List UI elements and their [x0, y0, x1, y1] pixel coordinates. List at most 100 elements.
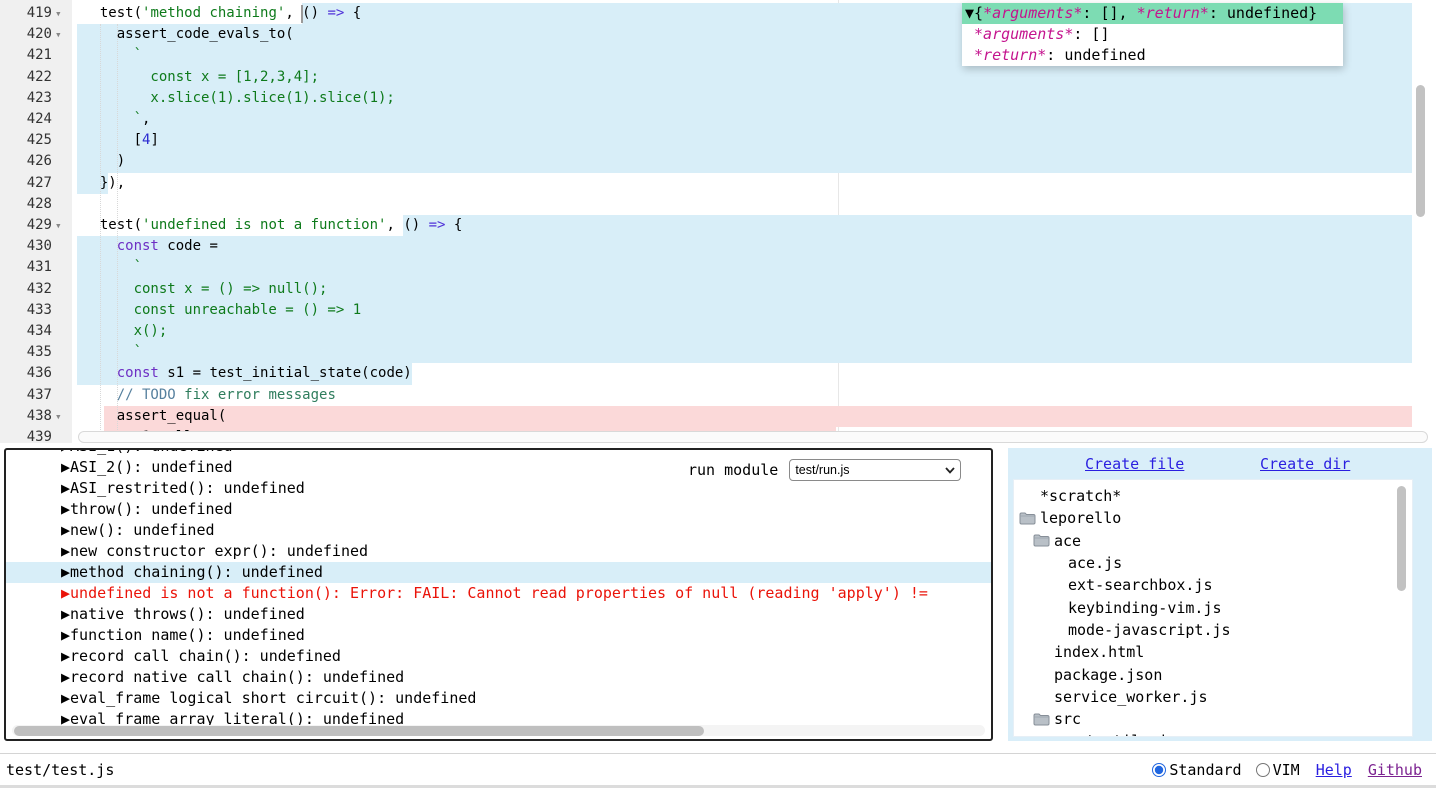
console-item[interactable]: ▶new(): undefined	[6, 520, 991, 541]
tree-file[interactable]: keybinding-vim.js	[1014, 596, 1412, 618]
code-line[interactable]: const x = [1,2,3,4];	[83, 67, 319, 88]
line-number: 434	[0, 321, 52, 342]
editor-horizontal-scrollbar[interactable]	[78, 431, 1428, 443]
code-line[interactable]: const unreachable = () => 1	[83, 300, 361, 321]
tree-file[interactable]: mode-javascript.js	[1014, 619, 1412, 641]
tree-folder[interactable]: src	[1014, 708, 1412, 730]
console-item[interactable]: ▶new constructor expr(): undefined	[6, 541, 991, 562]
code-line[interactable]: const x = () => null();	[83, 279, 327, 300]
fold-arrow-icon[interactable]: ▾	[55, 215, 62, 236]
executed-code-highlight	[403, 215, 1412, 236]
tree-item-label: mode-javascript.js	[1068, 621, 1231, 639]
standard-radio-label: Standard	[1169, 761, 1241, 779]
code-token: 'method chaining'	[142, 5, 285, 21]
code-line[interactable]: [4]	[83, 130, 159, 151]
current-file-path: test/test.js	[6, 761, 114, 779]
tooltip-entry[interactable]: *return*: undefined	[962, 45, 1343, 66]
code-token: const	[117, 238, 159, 254]
console-item[interactable]: ▶eval_frame logical short circuit(): und…	[6, 688, 991, 709]
console-item[interactable]: ▶native throws(): undefined	[6, 604, 991, 625]
editor-vertical-scrollbar-thumb[interactable]	[1416, 85, 1425, 217]
line-number: 436	[0, 363, 52, 384]
console-item[interactable]: ▶function name(): undefined	[6, 625, 991, 646]
tree-file[interactable]: package.json	[1014, 663, 1412, 685]
line-number: 421	[0, 45, 52, 66]
code-token: fix error messages	[176, 387, 336, 403]
code-line[interactable]: x.slice(1).slice(1).slice(1);	[83, 88, 395, 109]
create-dir-button[interactable]: Create dir	[1260, 455, 1350, 473]
file-tree-panel: Create file Create dir *scratch* leporell…	[1008, 448, 1432, 741]
tree-file[interactable]: *scratch*	[1014, 485, 1412, 507]
fold-arrow-icon[interactable]: ▾	[55, 406, 62, 427]
console-scrollbar-thumb[interactable]	[14, 726, 704, 736]
code-line[interactable]: test('undefined is not a function', () =…	[83, 215, 462, 236]
code-line[interactable]: assert_equal(	[83, 406, 226, 427]
line-number: 431	[0, 257, 52, 278]
code-line[interactable]: }),	[83, 173, 125, 194]
file-tree-scrollbar-thumb[interactable]	[1397, 486, 1406, 591]
code-token: {	[445, 217, 462, 233]
run-module-select[interactable]: test/run.js	[789, 459, 961, 481]
code-token: test(	[83, 5, 142, 21]
code-line[interactable]: `	[83, 257, 142, 278]
code-line[interactable]: assert_code_evals_to(	[83, 24, 294, 45]
console-item[interactable]: ▶ASI_restrited(): undefined	[6, 478, 991, 499]
code-token: code =	[159, 238, 218, 254]
standard-radio[interactable]	[1152, 763, 1166, 777]
tree-item-label: *scratch*	[1040, 487, 1121, 505]
keybinding-standard-option[interactable]: Standard	[1152, 761, 1241, 779]
keybinding-vim-option[interactable]: VIM	[1256, 761, 1300, 779]
code-line[interactable]: // TODO fix error messages	[83, 385, 336, 406]
tree-item-label: index.html	[1054, 643, 1144, 661]
tree-folder[interactable]: leporello	[1014, 507, 1412, 529]
tree-folder[interactable]: ace	[1014, 530, 1412, 552]
console-item[interactable]: ▶throw(): undefined	[6, 499, 991, 520]
code-editor[interactable]: 419▾420▾421422423424425426427428429▾4304…	[0, 0, 1436, 443]
create-file-button[interactable]: Create file	[1085, 455, 1184, 473]
line-number: 430	[0, 236, 52, 257]
console-item-error[interactable]: ▶undefined is not a function(): Error: F…	[6, 583, 991, 604]
code-token: const x = () => null();	[83, 281, 327, 297]
tree-item-label: keybinding-vim.js	[1068, 599, 1222, 617]
line-number: 438	[0, 406, 52, 427]
line-number: 424	[0, 109, 52, 130]
github-link[interactable]: Github	[1368, 761, 1422, 779]
console-item[interactable]: ▶ASI_1(): undefined	[6, 448, 991, 457]
code-line[interactable]: `,	[83, 109, 150, 130]
run-module-label: run module	[688, 461, 778, 479]
code-line[interactable]: test('method chaining', () => {	[83, 3, 361, 24]
code-line[interactable]: x();	[83, 321, 167, 342]
code-line[interactable]: `	[83, 342, 142, 363]
run-module-control: run module test/run.js	[688, 459, 961, 481]
tree-file[interactable]: ace.js	[1014, 552, 1412, 574]
vim-radio[interactable]	[1256, 763, 1270, 777]
tree-file[interactable]: ast_utils.js	[1014, 730, 1412, 737]
code-line[interactable]: `	[83, 45, 142, 66]
code-line[interactable]: const code =	[83, 236, 218, 257]
text-cursor	[301, 5, 303, 23]
fold-arrow-icon[interactable]: ▾	[55, 24, 62, 45]
console-horizontal-scrollbar	[12, 725, 985, 736]
code-token: }),	[83, 175, 125, 191]
status-bar-controls: Standard VIM Help Github	[1138, 761, 1422, 779]
line-number: 419	[0, 3, 52, 24]
line-number: 420	[0, 24, 52, 45]
console-item[interactable]: ▶method chaining(): undefined	[6, 562, 991, 583]
code-token: test(	[83, 217, 142, 233]
tooltip-entry[interactable]: *arguments*: []	[962, 24, 1343, 45]
line-number: 429	[0, 215, 52, 236]
tree-file[interactable]: ext-searchbox.js	[1014, 574, 1412, 596]
fold-arrow-icon[interactable]: ▾	[55, 3, 62, 24]
code-line[interactable]: )	[83, 151, 125, 172]
tooltip-header[interactable]: ▼{*arguments*: [], *return*: undefined}	[962, 3, 1343, 24]
console-item[interactable]: ▶record call chain(): undefined	[6, 646, 991, 667]
console-item[interactable]: ▶record native call chain(): undefined	[6, 667, 991, 688]
value-tooltip: ▼{*arguments*: [], *return*: undefined} …	[962, 3, 1343, 66]
code-token: *return*	[974, 46, 1046, 64]
help-link[interactable]: Help	[1316, 761, 1352, 779]
tree-file[interactable]: index.html	[1014, 641, 1412, 663]
line-number: 427	[0, 173, 52, 194]
file-tree-list: *scratch* leporelloaceace.jsext-searchbox…	[1013, 479, 1413, 737]
code-line[interactable]: const s1 = test_initial_state(code)	[83, 363, 412, 384]
tree-file[interactable]: service_worker.js	[1014, 686, 1412, 708]
